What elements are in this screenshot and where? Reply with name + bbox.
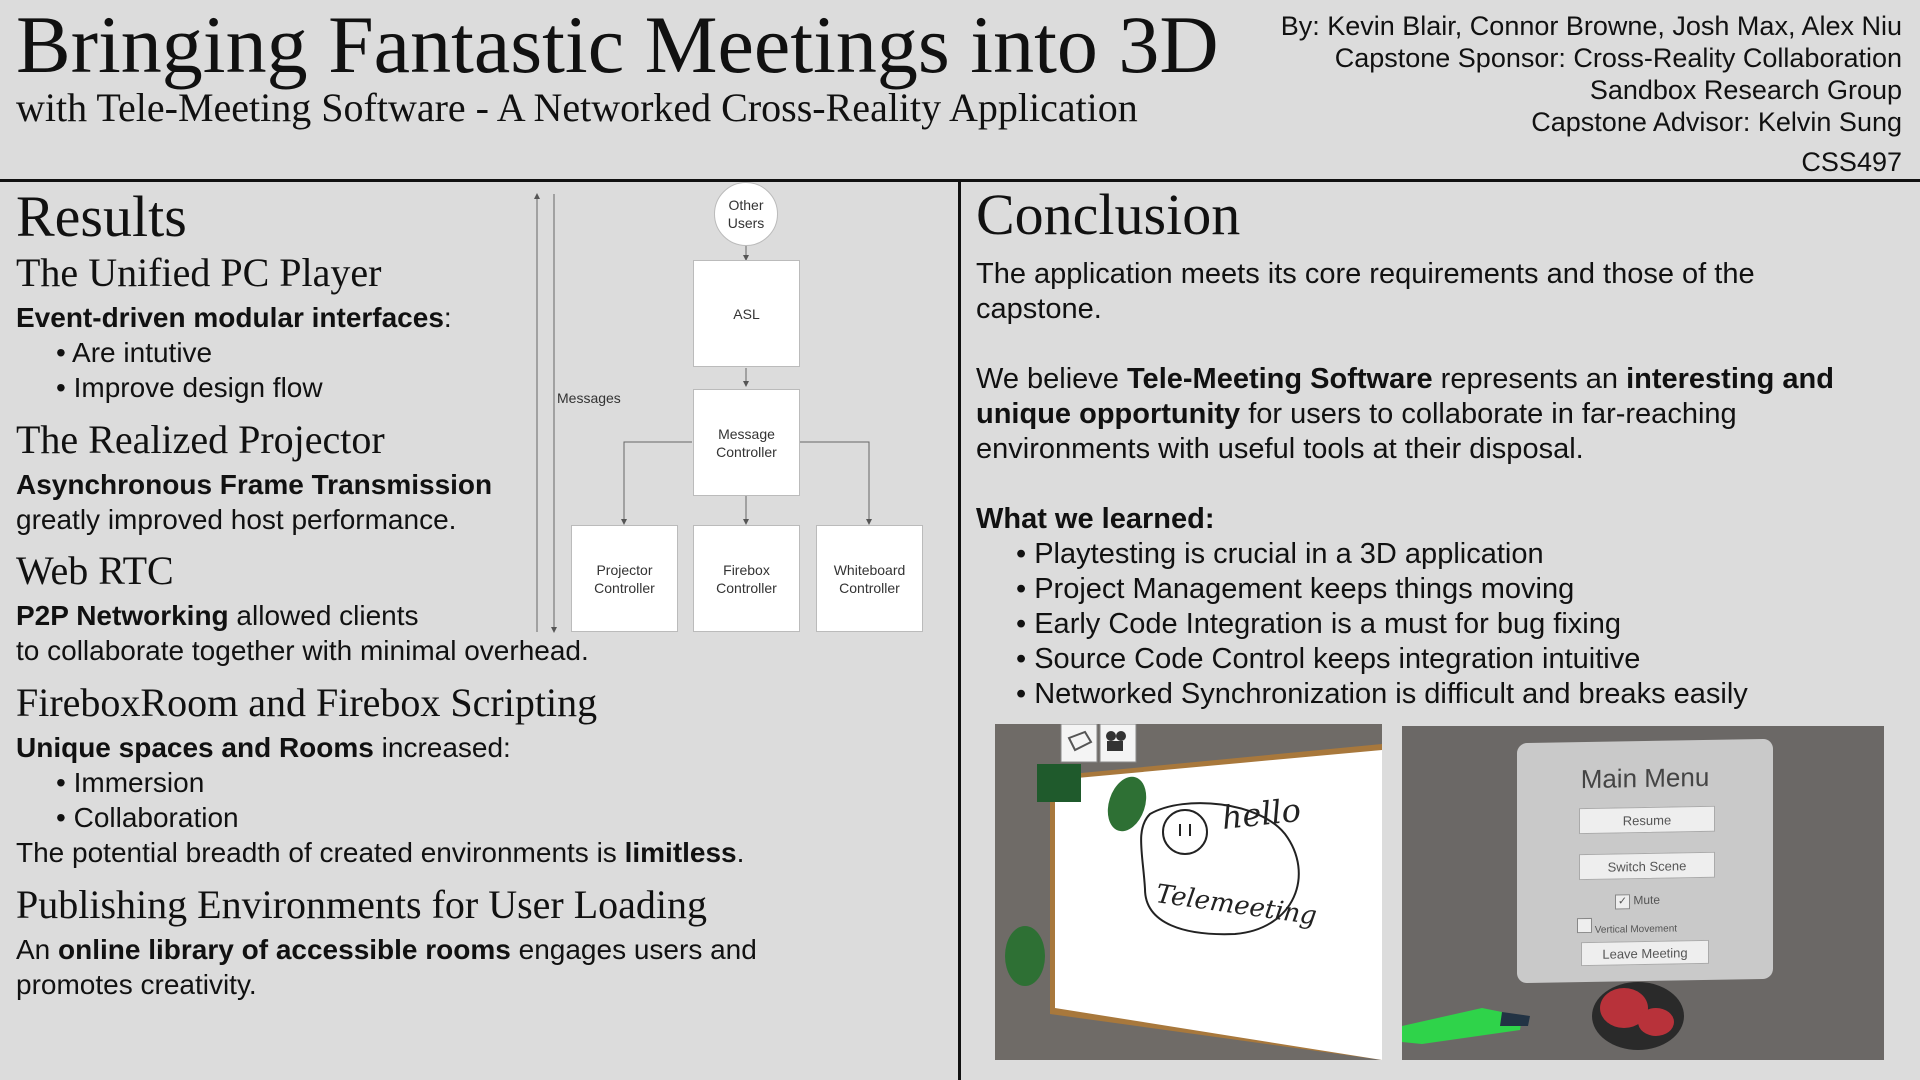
- conclusion-paragraph-1: The application meets its core requireme…: [976, 258, 1755, 325]
- section-title: The Unified PC Player: [16, 250, 382, 295]
- text: :: [443, 302, 452, 333]
- poster-title: Bringing Fantastic Meetings into 3D: [16, 0, 1219, 90]
- text: engages users and: [510, 934, 757, 965]
- bullet-text: Improve design flow: [73, 372, 323, 403]
- main-menu-screenshot: Main Menu Resume Switch Scene ✓ Mute Ver…: [1402, 726, 1884, 1060]
- bullet-text: Early Code Integration is a must for bug…: [1034, 608, 1621, 640]
- section-text: Asynchronous Frame Transmission: [16, 467, 492, 502]
- section-title: Publishing Environments for User Loading: [16, 882, 708, 927]
- course-code: CSS497: [1801, 147, 1902, 177]
- other-users-node: Other Users: [714, 182, 778, 246]
- learned-item: • Project Management keeps things moving: [1016, 573, 1575, 605]
- learned-item: • Early Code Integration is a must for b…: [1016, 608, 1621, 640]
- node-label: Message: [718, 425, 775, 442]
- whiteboard-controller-node: Whiteboard Controller: [816, 525, 923, 632]
- whiteboard-screenshot: hello Telemeeting: [995, 724, 1382, 1060]
- learned-item: • Networked Synchronization is difficult…: [1016, 678, 1748, 710]
- column-divider: [958, 180, 961, 1080]
- bold-text: What we learned:: [976, 503, 1215, 535]
- architecture-diagram: Messages Other Users ASL Message Controlle…: [530, 180, 930, 640]
- firebox-controller-node: Firebox Controller: [693, 525, 800, 632]
- bullet-text: Source Code Control keeps integration in…: [1034, 643, 1641, 675]
- bold-text: Unique spaces and Rooms: [16, 732, 374, 763]
- section-webrtc: Web RTC P2P Networking allowed clients t…: [16, 548, 589, 668]
- bullet-text: Collaboration: [73, 802, 239, 833]
- bullet-item: • Immersion: [56, 767, 205, 798]
- poster-subtitle: with Tele-Meeting Software - A Networked…: [16, 85, 1138, 130]
- node-label: Projector: [596, 561, 653, 578]
- credit-authors: By: Kevin Blair, Connor Browne, Josh Max…: [1280, 11, 1902, 41]
- bullet-item: • Improve design flow: [56, 372, 323, 403]
- credit-advisor: Capstone Advisor: Kelvin Sung: [1531, 107, 1902, 137]
- messages-label: Messages: [557, 390, 621, 406]
- section-text: to collaborate together with minimal ove…: [16, 635, 589, 666]
- node-label: Controller: [594, 579, 655, 596]
- bullet-text: Playtesting is crucial in a 3D applicati…: [1034, 538, 1544, 570]
- text: An: [16, 934, 59, 965]
- section-text: Unique spaces and Rooms increased:: [16, 730, 744, 765]
- section-text: P2P Networking allowed clients: [16, 598, 589, 633]
- bold-text: Event-driven modular interfaces: [16, 302, 444, 333]
- section-text: greatly improved host performance.: [16, 504, 457, 535]
- conclusion-paragraph-2: We believe Tele-Meeting Software represe…: [976, 362, 1896, 467]
- text: We believe: [976, 363, 1127, 395]
- message-controller-node: Message Controller: [693, 389, 800, 496]
- learned-item: • Playtesting is crucial in a 3D applica…: [1016, 538, 1544, 570]
- asl-node: ASL: [693, 260, 800, 367]
- bullet-text: Immersion: [73, 767, 205, 798]
- node-label: Firebox: [723, 561, 770, 578]
- bullet-item: • Are intutive: [56, 337, 213, 368]
- results-heading: Results: [16, 184, 187, 249]
- credits: By: Kevin Blair, Connor Browne, Josh Max…: [1281, 10, 1902, 178]
- section-text: An online library of accessible rooms en…: [16, 932, 757, 967]
- bold-text: limitless: [624, 837, 737, 868]
- text: .: [736, 837, 745, 868]
- whiteboard-scene: hello Telemeeting: [995, 724, 1382, 1060]
- bold-text: Asynchronous Frame Transmission: [16, 469, 493, 500]
- bold-text: P2P Networking: [16, 600, 229, 631]
- bold-text: online library of accessible rooms: [58, 934, 511, 965]
- text: allowed clients: [228, 600, 419, 631]
- section-text: The potential breadth of created environ…: [16, 835, 744, 870]
- section-publishing: Publishing Environments for User Loading…: [16, 882, 757, 1002]
- section-text: promotes creativity.: [16, 969, 257, 1000]
- bullet-text: Project Management keeps things moving: [1034, 573, 1575, 605]
- text: The potential breadth of created environ…: [16, 837, 625, 868]
- learned-section: What we learned: • Playtesting is crucia…: [976, 502, 1748, 712]
- node-label: Other: [728, 197, 764, 213]
- node-label: Users: [727, 215, 765, 231]
- section-title: FireboxRoom and Firebox Scripting: [16, 680, 598, 725]
- conclusion-heading: Conclusion: [976, 182, 1241, 247]
- learned-heading: What we learned:: [976, 502, 1748, 537]
- controller-hands: [1402, 982, 1684, 1050]
- bullet-item: • Collaboration: [56, 802, 239, 833]
- bold-text: Tele-Meeting Software: [1127, 363, 1433, 395]
- text: represents an: [1432, 363, 1627, 395]
- section-title: The Realized Projector: [16, 417, 385, 462]
- section-text: Event-driven modular interfaces:: [16, 300, 452, 335]
- node-label: ASL: [733, 305, 760, 322]
- node-label: Controller: [839, 579, 900, 596]
- projector-controller-node: Projector Controller: [571, 525, 678, 632]
- credit-sponsor: Capstone Sponsor: Cross-Reality Collabor…: [1334, 43, 1902, 73]
- text: increased:: [373, 732, 511, 763]
- learned-item: • Source Code Control keeps integration …: [1016, 643, 1641, 675]
- section-firebox: FireboxRoom and Firebox Scripting Unique…: [16, 680, 744, 870]
- section-title: Web RTC: [16, 548, 174, 593]
- credit-group: Sandbox Research Group: [1589, 75, 1902, 105]
- node-label: Controller: [716, 443, 777, 460]
- bullet-text: Networked Synchronization is difficult a…: [1034, 678, 1748, 710]
- node-label: Whiteboard: [833, 561, 906, 578]
- section-projector: The Realized Projector Asynchronous Fram…: [16, 417, 492, 537]
- node-label: Controller: [716, 579, 777, 596]
- section-pc-player: The Unified PC Player Event-driven modul…: [16, 250, 452, 405]
- bullet-text: Are intutive: [72, 337, 213, 368]
